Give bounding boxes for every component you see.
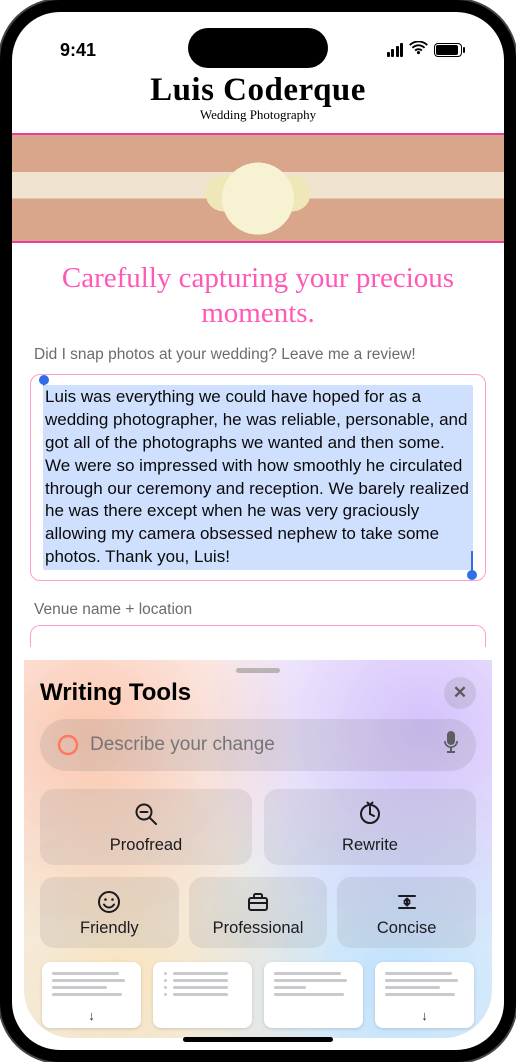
- close-icon: ✕: [453, 683, 467, 703]
- friendly-label: Friendly: [80, 919, 139, 938]
- wifi-icon: [409, 40, 428, 60]
- panel-title: Writing Tools: [40, 679, 191, 707]
- writing-tools-panel: Writing Tools ✕ Pro: [24, 660, 492, 1038]
- selection-end-handle[interactable]: [471, 551, 473, 573]
- concise-icon: [394, 889, 420, 915]
- describe-change-input[interactable]: [90, 734, 432, 756]
- proofread-label: Proofread: [110, 836, 182, 855]
- concise-button[interactable]: Concise: [337, 877, 476, 948]
- venue-input[interactable]: [30, 625, 486, 647]
- summary-style-thumb-3[interactable]: [264, 962, 363, 1028]
- friendly-button[interactable]: Friendly: [40, 877, 179, 948]
- cellular-icon: [387, 43, 404, 57]
- professional-icon: [245, 889, 271, 915]
- venue-label: Venue name + location: [12, 581, 504, 625]
- tagline: Carefully capturing your precious moment…: [12, 243, 504, 346]
- arrow-down-icon: ↓: [88, 1008, 95, 1023]
- friendly-icon: [96, 889, 122, 915]
- dynamic-island: [188, 28, 328, 68]
- summary-style-thumb-1[interactable]: ↓: [42, 962, 141, 1028]
- review-textarea[interactable]: Luis was everything we could have hoped …: [30, 374, 486, 582]
- brand-name: Luis Coderque: [12, 72, 504, 109]
- proofread-button[interactable]: Proofread: [40, 789, 252, 865]
- close-button[interactable]: ✕: [444, 677, 476, 709]
- professional-label: Professional: [213, 919, 304, 938]
- rewrite-button[interactable]: Rewrite: [264, 789, 476, 865]
- review-selected-text[interactable]: Luis was everything we could have hoped …: [43, 385, 473, 571]
- concise-label: Concise: [377, 919, 437, 938]
- status-time: 9:41: [60, 40, 96, 61]
- battery-icon: [434, 43, 462, 57]
- site-header: Luis Coderque Wedding Photography: [12, 70, 504, 127]
- panel-grabber[interactable]: [236, 668, 280, 673]
- rewrite-label: Rewrite: [342, 836, 398, 855]
- review-prompt: Did I snap photos at your wedding? Leave…: [12, 346, 504, 374]
- brand-subtitle: Wedding Photography: [12, 107, 504, 123]
- arrow-down-icon: ↓: [421, 1008, 428, 1023]
- home-indicator[interactable]: [183, 1037, 333, 1042]
- apple-intelligence-icon: [56, 733, 80, 757]
- hero-image: [12, 133, 504, 243]
- microphone-icon[interactable]: [442, 731, 460, 759]
- rewrite-icon: [357, 801, 383, 832]
- professional-button[interactable]: Professional: [189, 877, 328, 948]
- summary-style-thumb-2[interactable]: [153, 962, 252, 1028]
- summary-style-thumb-4[interactable]: ↓: [375, 962, 474, 1028]
- describe-input-row[interactable]: [40, 719, 476, 771]
- proofread-icon: [133, 801, 159, 832]
